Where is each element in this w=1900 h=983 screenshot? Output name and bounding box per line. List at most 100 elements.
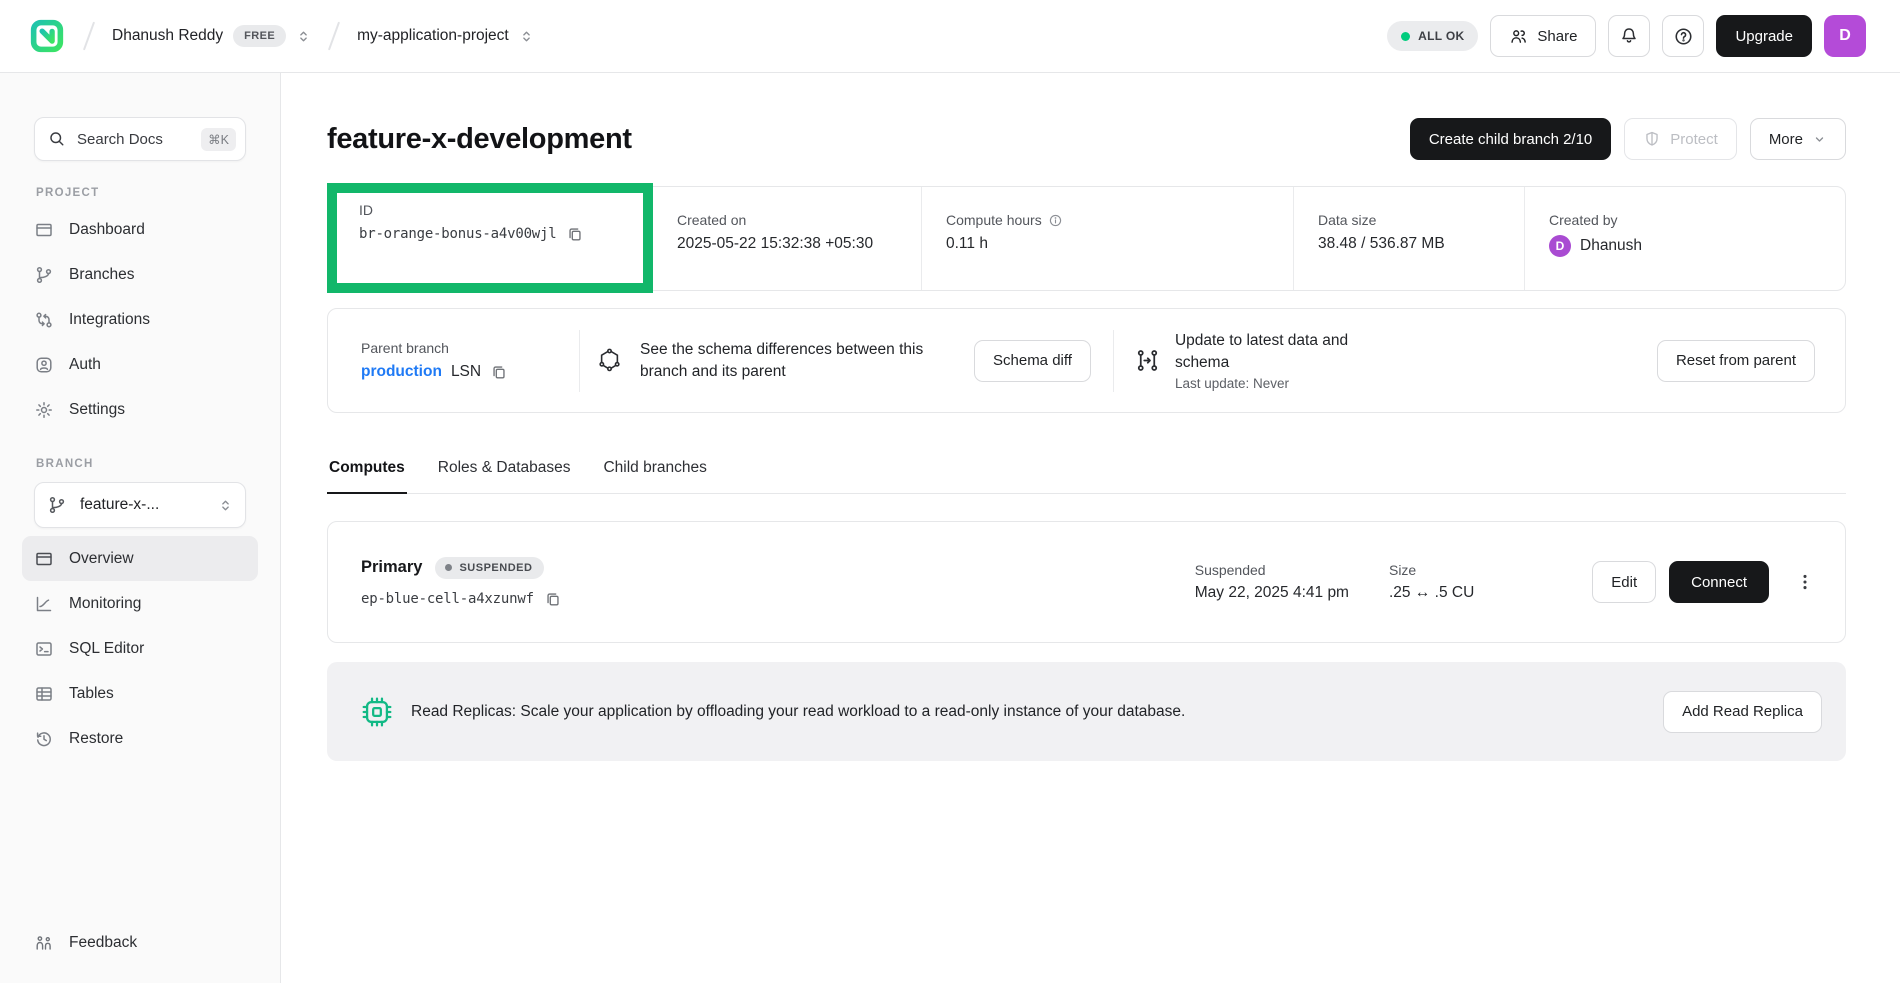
created-by-value: Dhanush	[1580, 237, 1642, 255]
window-icon	[34, 549, 54, 569]
sidebar-item-label: Overview	[69, 550, 134, 568]
shield-icon	[1643, 130, 1661, 148]
created-by-cell: Created by D Dhanush	[1524, 187, 1845, 290]
read-replicas-text: Read Replicas: Scale your application by…	[411, 703, 1185, 721]
add-read-replica-button[interactable]: Add Read Replica	[1663, 691, 1822, 733]
read-replicas-banner: Read Replicas: Scale your application by…	[327, 662, 1846, 761]
branch-info-bar: ID br-orange-bonus-a4v00wjl Created on 2…	[327, 186, 1846, 291]
project-switcher[interactable]: my-application-project	[353, 21, 538, 51]
suspended-dot	[445, 564, 452, 571]
search-icon	[48, 130, 66, 148]
main-content: feature-x-development Create child branc…	[281, 73, 1900, 983]
endpoint-id: ep-blue-cell-a4xzunwf	[361, 591, 534, 607]
project-name: my-application-project	[357, 27, 509, 45]
size-cell: Size .25 ↔ .5 CU	[1389, 562, 1474, 602]
copy-lsn-button[interactable]	[490, 363, 508, 381]
sidebar-item-tables[interactable]: Tables	[22, 671, 258, 716]
sidebar-item-label: Branches	[69, 266, 134, 284]
sidebar-item-dashboard[interactable]: Dashboard	[22, 207, 258, 252]
info-icon[interactable]	[1048, 213, 1063, 228]
sidebar-item-label: Integrations	[69, 311, 150, 329]
suspended-badge: SUSPENDED	[435, 557, 544, 579]
breadcrumb-separator	[83, 22, 95, 51]
sidebar: Search Docs ⌘K PROJECT Dashboard Branche…	[0, 73, 281, 983]
more-button[interactable]: More	[1750, 118, 1846, 160]
sidebar-item-sql-editor[interactable]: SQL Editor	[22, 626, 258, 671]
reset-section: Update to latest data and schema Last up…	[1114, 330, 1845, 391]
help-button[interactable]	[1662, 15, 1704, 57]
schema-hexagon-icon	[596, 347, 623, 374]
branch-section-label: BRANCH	[36, 458, 246, 470]
feedback-button[interactable]: Feedback	[34, 933, 246, 953]
tab-child-branches[interactable]: Child branches	[601, 459, 708, 494]
reset-branch-icon	[1135, 348, 1160, 373]
compute-menu-button[interactable]	[1789, 566, 1821, 598]
schema-diff-button[interactable]: Schema diff	[974, 340, 1091, 382]
upgrade-button[interactable]: Upgrade	[1716, 15, 1812, 57]
parent-branch-card: Parent branch production LSN	[327, 308, 1846, 413]
search-shortcut: ⌘K	[201, 128, 236, 151]
id-label: ID	[359, 202, 643, 218]
search-input[interactable]: Search Docs ⌘K	[34, 117, 246, 161]
share-button[interactable]: Share	[1490, 15, 1596, 57]
compute-card: Primary SUSPENDED ep-blue-cell-a4xzunwf	[327, 521, 1846, 643]
top-header: Dhanush Reddy FREE my-application-projec…	[0, 0, 1900, 73]
branch-tabs: Computes Roles & Databases Child branche…	[327, 459, 1846, 494]
gear-icon	[34, 400, 54, 420]
tab-roles-databases[interactable]: Roles & Databases	[436, 459, 573, 494]
branch-id-value: br-orange-bonus-a4v00wjl	[359, 226, 557, 242]
auth-user-icon	[34, 355, 54, 375]
compute-hours-value: 0.11 h	[946, 235, 1293, 253]
status-badge[interactable]: ALL OK	[1387, 21, 1478, 51]
table-icon	[34, 684, 54, 704]
copy-icon	[490, 363, 508, 381]
reset-text: Update to latest data and schema	[1175, 330, 1387, 373]
copy-endpoint-button[interactable]	[544, 590, 562, 608]
schema-diff-text: See the schema differences between this …	[640, 339, 956, 382]
org-name: Dhanush Reddy	[112, 27, 223, 45]
sidebar-item-overview[interactable]: Overview	[22, 536, 258, 581]
org-switcher[interactable]: Dhanush Reddy FREE	[108, 19, 315, 53]
protect-button[interactable]: Protect	[1624, 118, 1737, 160]
chevron-down-icon	[1812, 132, 1827, 147]
sidebar-item-branches[interactable]: Branches	[22, 252, 258, 297]
sidebar-item-settings[interactable]: Settings	[22, 387, 258, 432]
sidebar-item-label: SQL Editor	[69, 640, 144, 658]
parent-branch-link[interactable]: production	[361, 363, 442, 381]
neon-logo[interactable]	[30, 19, 70, 53]
chart-icon	[34, 594, 54, 614]
chevron-updown-icon	[519, 29, 534, 44]
sidebar-item-integrations[interactable]: Integrations	[22, 297, 258, 342]
feedback-people-icon	[34, 933, 54, 953]
branch-selector[interactable]: feature-x-...	[34, 482, 246, 528]
user-avatar[interactable]: D	[1824, 15, 1866, 57]
notifications-button[interactable]	[1608, 15, 1650, 57]
create-child-branch-button[interactable]: Create child branch 2/10	[1410, 118, 1611, 160]
sidebar-item-restore[interactable]: Restore	[22, 716, 258, 761]
chevron-updown-icon	[218, 498, 233, 513]
integrations-icon	[34, 310, 54, 330]
sidebar-item-label: Auth	[69, 356, 101, 374]
tab-computes[interactable]: Computes	[327, 459, 407, 494]
sidebar-item-monitoring[interactable]: Monitoring	[22, 581, 258, 626]
replica-chip-icon	[360, 695, 394, 729]
git-branch-icon	[34, 265, 54, 285]
edit-button[interactable]: Edit	[1592, 561, 1656, 603]
reset-from-parent-button[interactable]: Reset from parent	[1657, 340, 1815, 382]
last-update-text: Last update: Never	[1175, 376, 1387, 391]
sidebar-item-label: Monitoring	[69, 595, 141, 613]
help-icon	[1673, 26, 1694, 47]
search-placeholder: Search Docs	[77, 131, 163, 148]
connect-button[interactable]: Connect	[1669, 561, 1769, 603]
feedback-label: Feedback	[69, 934, 137, 952]
git-branch-icon	[47, 495, 67, 515]
chevron-updown-icon	[296, 29, 311, 44]
created-by-avatar: D	[1549, 235, 1571, 257]
sidebar-item-auth[interactable]: Auth	[22, 342, 258, 387]
created-on-cell: Created on 2025-05-22 15:32:38 +05:30	[653, 187, 921, 290]
kebab-menu-icon	[1795, 572, 1815, 592]
compute-hours-cell: Compute hours 0.11 h	[921, 187, 1293, 290]
copy-icon	[566, 225, 584, 243]
copy-branch-id-button[interactable]	[566, 225, 584, 243]
size-value: .25 ↔ .5 CU	[1389, 584, 1474, 602]
